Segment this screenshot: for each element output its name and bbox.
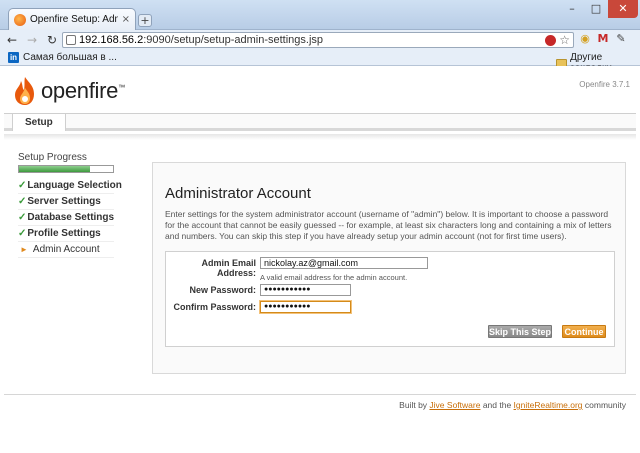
new-password-label: New Password:	[189, 285, 256, 295]
confirm-password-label: Confirm Password:	[173, 302, 256, 312]
forward-arrow-icon[interactable]: →	[24, 32, 40, 48]
browser-titlebar: Openfire Setup: Administrati × + – □ ✕	[0, 0, 640, 30]
tab-setup[interactable]: Setup	[12, 114, 66, 131]
skip-step-button[interactable]: Skip This Step	[488, 325, 552, 338]
jive-software-link[interactable]: Jive Software	[429, 400, 480, 410]
address-bar[interactable]: 192.168.56.2:9090/setup/setup-admin-sett…	[62, 32, 574, 48]
igniterealtime-link[interactable]: IgniteRealtime.org	[514, 400, 583, 410]
admin-form: Admin Email Address: nickolay.az@gmail.c…	[165, 251, 615, 347]
check-icon: ✓	[18, 228, 27, 239]
check-icon: ✓	[18, 196, 27, 207]
bookmark-label: Самая большая в ...	[23, 52, 117, 63]
browser-toolbar: ← → ↻ 192.168.56.2:9090/setup/setup-admi…	[0, 30, 640, 50]
gmail-icon[interactable]: M	[596, 32, 610, 46]
tab-title: Openfire Setup: Administrati	[30, 14, 118, 25]
page-icon	[66, 35, 76, 45]
back-arrow-icon[interactable]: ←	[4, 32, 20, 48]
setup-progress-sidebar: Setup Progress ✓Language Selection ✓Serv…	[18, 152, 122, 258]
reload-icon[interactable]: ↻	[44, 32, 60, 48]
page-title: Administrator Account	[165, 185, 311, 202]
logo-text: openfire	[41, 78, 119, 103]
email-hint: A valid email address for the admin acco…	[260, 273, 408, 282]
window-minimize-button[interactable]: –	[560, 0, 584, 18]
sidebar-item-server[interactable]: ✓Server Settings	[18, 194, 114, 210]
logo-tm: ™	[118, 84, 125, 92]
wrench-icon[interactable]: ✎	[614, 32, 628, 46]
new-password-field[interactable]: ●●●●●●●●●●●	[260, 284, 351, 296]
page: openfire™ Openfire 3.7.1 Setup Setup Pro…	[4, 66, 636, 453]
check-icon: ✓	[18, 212, 27, 223]
bookmark-item[interactable]: in Самая большая в ...	[8, 52, 117, 63]
extension-icon[interactable]: ◉	[578, 32, 592, 46]
version-label: Openfire 3.7.1	[579, 80, 630, 89]
progress-bar	[18, 165, 114, 173]
tabbar-shadow	[4, 134, 636, 140]
footer-divider	[4, 394, 636, 395]
address-url[interactable]: 192.168.56.2:9090/setup/setup-admin-sett…	[79, 34, 542, 46]
browser-tab[interactable]: Openfire Setup: Administrati ×	[8, 8, 136, 30]
bookmark-star-icon[interactable]: ☆	[559, 33, 570, 47]
flame-logo-icon	[15, 77, 34, 105]
footer: Built by Jive Software and the IgniteRea…	[399, 400, 626, 410]
linkedin-icon: in	[8, 52, 19, 63]
progress-label: Setup Progress	[18, 152, 87, 163]
new-tab-button[interactable]: +	[138, 14, 152, 27]
bookmarks-bar: in Самая большая в ... Другие закладки	[0, 50, 640, 74]
tab-close-icon[interactable]: ×	[122, 14, 130, 25]
email-field[interactable]: nickolay.az@gmail.com	[260, 257, 428, 269]
openfire-favicon-icon	[14, 13, 26, 26]
window-maximize-button[interactable]: □	[584, 0, 608, 18]
progress-fill	[19, 166, 90, 172]
sidebar-item-language[interactable]: ✓Language Selection	[18, 178, 122, 194]
email-label: Admin Email Address:	[201, 258, 256, 278]
sidebar-item-admin[interactable]: ► Admin Account	[18, 242, 114, 258]
sidebar-item-database[interactable]: ✓Database Settings	[18, 210, 114, 226]
admin-account-panel: Administrator Account Enter settings for…	[152, 162, 626, 374]
arrow-right-icon: ►	[20, 245, 28, 254]
blocked-content-icon[interactable]	[545, 34, 557, 46]
sidebar-item-profile[interactable]: ✓Profile Settings	[18, 226, 114, 242]
intro-text: Enter settings for the system administra…	[165, 209, 612, 241]
openfire-logo: openfire™	[12, 76, 125, 106]
window-close-button[interactable]: ✕	[608, 0, 638, 18]
check-icon: ✓	[18, 180, 27, 191]
nav-tabbar: Setup	[4, 113, 636, 131]
continue-button[interactable]: Continue	[562, 325, 606, 338]
confirm-password-field[interactable]: ●●●●●●●●●●●	[260, 301, 351, 313]
